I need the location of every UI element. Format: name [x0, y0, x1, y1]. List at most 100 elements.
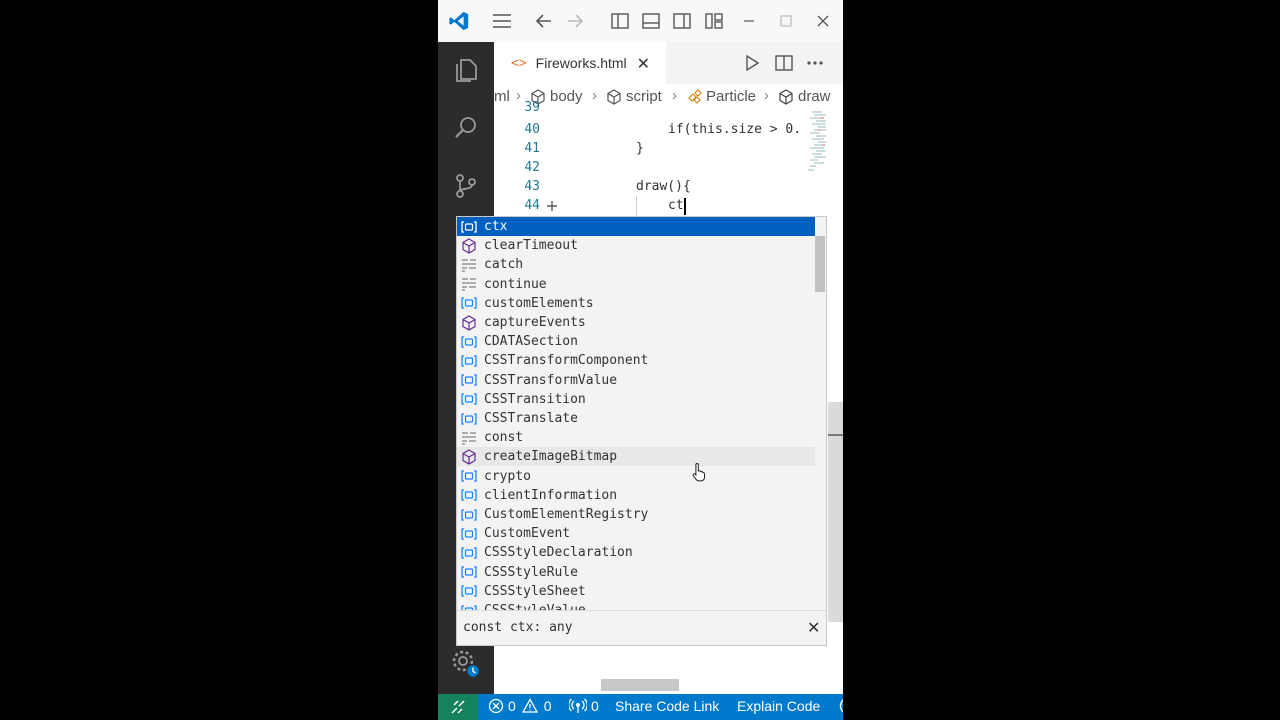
suggestion-label: CSSStyleSheet	[484, 583, 586, 599]
suggestion-item[interactable]: CustomEvent	[457, 524, 815, 543]
suggestion-item[interactable]: CSSStyleDeclaration	[457, 543, 815, 562]
suggestion-details: const ctx: any ✕	[457, 610, 826, 645]
keyword-icon	[460, 430, 478, 446]
suggestion-label: CSSTranslate	[484, 411, 578, 426]
problems-indicator[interactable]: 0 0	[488, 698, 552, 714]
title-bar	[438, 0, 843, 42]
suggestion-detail-text: const ctx: any	[463, 620, 573, 635]
tab-fireworks-html[interactable]: <> Fireworks.html ✕	[494, 42, 666, 84]
chevron-right-icon: ›	[672, 87, 677, 104]
method-cube-icon	[460, 314, 478, 331]
close-tab-icon[interactable]: ✕	[637, 54, 650, 73]
suggestion-scrollbar[interactable]	[815, 236, 825, 292]
suggestion-label: createImageBitmap	[484, 449, 618, 465]
horizontal-scrollbar[interactable]	[601, 679, 679, 691]
warning-count: 0	[543, 698, 552, 714]
suggestion-item[interactable]: createImageBitmap	[457, 447, 815, 467]
suggestion-item[interactable]: catch	[457, 255, 815, 274]
more-actions-icon[interactable]	[803, 52, 827, 74]
breadcrumb-particle[interactable]: Particle	[686, 88, 756, 105]
customize-layout-icon[interactable]	[701, 8, 727, 34]
variable-icon	[460, 545, 478, 561]
variable-icon	[460, 583, 478, 599]
suggestion-item[interactable]: CSSTransition	[457, 390, 815, 409]
search-icon[interactable]	[450, 112, 482, 144]
close-details-icon[interactable]: ✕	[807, 618, 820, 637]
variable-icon	[460, 507, 478, 523]
line-number: 42	[524, 160, 540, 175]
ports-indicator[interactable]: 0	[569, 698, 599, 714]
variable-icon	[460, 487, 478, 503]
toggle-primary-sidebar-icon[interactable]	[607, 8, 633, 34]
chevron-right-icon: ›	[592, 87, 597, 104]
suggestion-label: CSSStyleValue	[484, 603, 586, 610]
broadcast-icon	[569, 698, 587, 713]
keyword-icon	[460, 257, 478, 273]
suggestion-label: clearTimeout	[484, 238, 578, 254]
suggestion-item[interactable]: CSSTransformComponent	[457, 351, 815, 370]
variable-icon	[460, 334, 478, 350]
status-bar: 0 0 0 Share Code Link Explain Code	[438, 694, 843, 720]
line-number: 40	[524, 122, 540, 137]
suggestion-list: ctx clearTimeout catch continue customElemen…	[457, 217, 815, 610]
remote-indicator[interactable]	[438, 694, 478, 720]
error-count: 0	[508, 698, 516, 714]
element-cube-icon	[606, 88, 622, 105]
suggestion-item[interactable]: CSSStyleRule	[457, 563, 815, 582]
suggestion-item[interactable]: CSSStyleSheet	[457, 582, 815, 601]
menu-icon[interactable]	[489, 8, 515, 34]
ports-count: 0	[591, 698, 599, 714]
suggestion-label: CSSStyleRule	[484, 564, 578, 580]
forward-arrow-icon[interactable]	[562, 8, 588, 34]
suggestion-item[interactable]: clientInformation	[457, 486, 815, 505]
suggestion-item[interactable]: CSSStyleValue	[457, 601, 815, 610]
run-icon[interactable]	[740, 52, 764, 74]
share-code-link-button[interactable]: Share Code Link	[615, 698, 719, 714]
variable-icon	[460, 526, 478, 542]
suggestion-item[interactable]: const	[457, 428, 815, 447]
explorer-icon[interactable]	[450, 54, 482, 86]
suggestion-item[interactable]: CSSTransformValue	[457, 371, 815, 390]
vscode-logo-icon	[446, 8, 472, 34]
split-editor-icon[interactable]	[772, 52, 796, 74]
suggestion-item[interactable]: CustomElementRegistry	[457, 505, 815, 524]
method-cube-icon	[460, 237, 478, 254]
manage-gear-icon[interactable]	[450, 648, 482, 680]
explain-code-button[interactable]: Explain Code	[737, 698, 820, 714]
suggestion-item[interactable]: clearTimeout	[457, 236, 815, 255]
suggestion-label: const	[484, 430, 524, 446]
close-window-icon[interactable]	[810, 8, 836, 34]
variable-icon	[460, 391, 478, 407]
breadcrumb-draw[interactable]: draw	[778, 88, 831, 105]
more-status-items[interactable]	[837, 698, 843, 714]
back-arrow-icon[interactable]	[531, 8, 557, 34]
line-number: 44	[524, 198, 540, 213]
suggestion-item[interactable]: captureEvents	[457, 313, 815, 332]
minimap[interactable]	[798, 110, 830, 180]
breadcrumb: ml › body › script › Particle › draw	[494, 84, 843, 110]
source-control-icon[interactable]	[450, 170, 482, 202]
suggestion-item[interactable]: ctx	[457, 217, 815, 236]
suggestion-item[interactable]: CDATASection	[457, 332, 815, 351]
suggestion-label: CSSTransition	[484, 391, 586, 407]
add-icon[interactable]	[544, 198, 560, 214]
code-editor[interactable]: 39 40 if(this.size > 0. 41 } 42 43 draw(…	[494, 100, 843, 220]
suggestion-item[interactable]: CSSTranslate	[457, 409, 815, 428]
suggestion-item[interactable]: customElements	[457, 294, 815, 313]
suggestion-label: CSSTransformComponent	[484, 353, 649, 369]
method-cube-icon	[778, 88, 794, 105]
suggestion-label: CDATASection	[484, 334, 578, 350]
breadcrumb-script[interactable]: script	[606, 88, 662, 105]
maximize-icon[interactable]	[773, 8, 799, 34]
suggestion-label: continue	[484, 276, 547, 292]
line-number: 43	[524, 179, 540, 194]
suggestion-item[interactable]: crypto	[457, 467, 815, 486]
line-number: 41	[524, 141, 540, 156]
toggle-secondary-sidebar-icon[interactable]	[669, 8, 695, 34]
html-file-icon: <>	[511, 55, 527, 71]
code-line: }	[636, 141, 644, 156]
minimize-icon[interactable]	[736, 8, 762, 34]
code-line: ct	[668, 198, 684, 213]
suggestion-item[interactable]: continue	[457, 275, 815, 294]
toggle-panel-icon[interactable]	[638, 8, 664, 34]
